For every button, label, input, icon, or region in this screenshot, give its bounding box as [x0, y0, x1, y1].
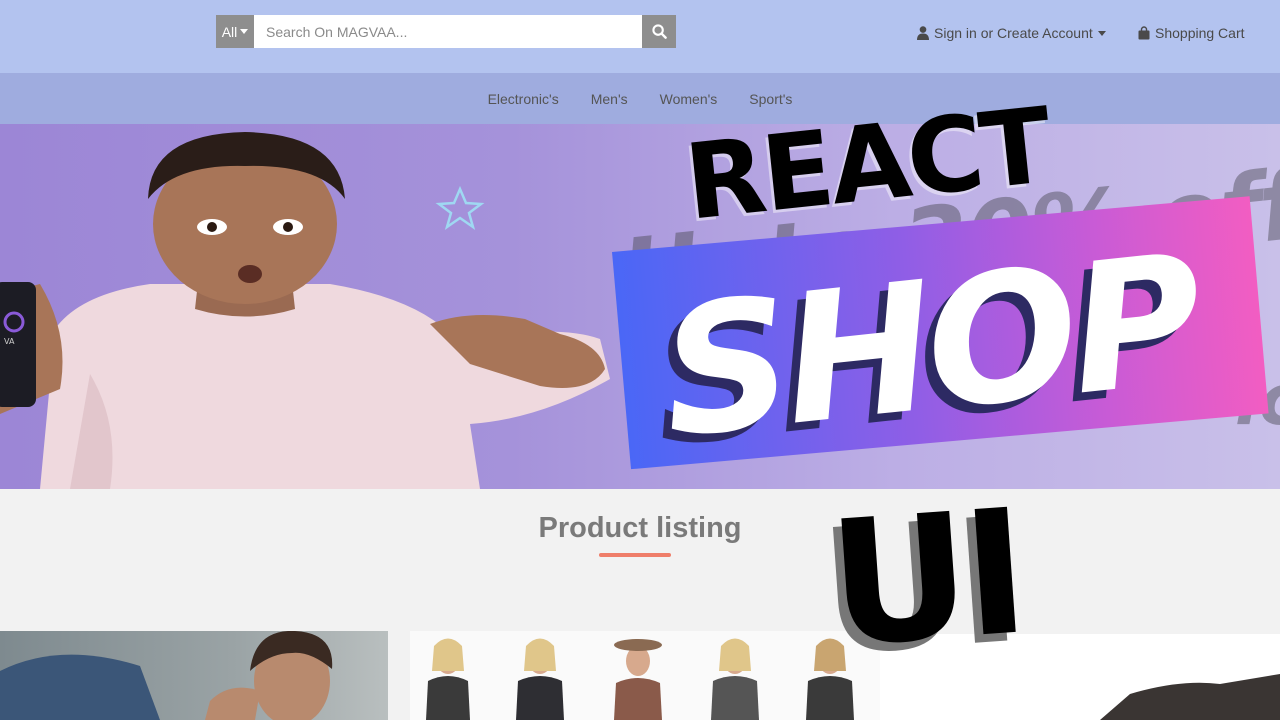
overlay-title-shop: SHOP [652, 215, 1207, 478]
nav-item-mens[interactable]: Men's [575, 91, 644, 107]
category-nav: Electronic's Men's Women's Sport's [0, 73, 1280, 124]
search-category-label: All [221, 23, 238, 40]
account-label: Sign in or Create Account [934, 25, 1093, 41]
nav-item-womens[interactable]: Women's [644, 91, 734, 107]
nav-item-electronics[interactable]: Electronic's [472, 91, 575, 107]
cart-label: Shopping Cart [1155, 25, 1245, 41]
search-input[interactable] [254, 15, 642, 48]
search-category-dropdown[interactable]: All [216, 15, 254, 48]
product-image [426, 638, 854, 720]
shopping-cart-link[interactable]: Shopping Cart [1138, 23, 1245, 43]
phone-logo-text: VA [4, 337, 15, 346]
nav-item-sports[interactable]: Sport's [733, 91, 808, 107]
search-bar: All [216, 15, 676, 48]
product-image [0, 631, 333, 720]
search-icon [651, 24, 667, 39]
top-header: All Sign in or Create Account Shopping C… [0, 0, 1280, 73]
product-card[interactable] [0, 631, 388, 720]
title-underline [599, 553, 671, 557]
user-icon [917, 26, 929, 40]
account-menu[interactable]: Sign in or Create Account [917, 23, 1106, 43]
chevron-down-icon [1097, 30, 1106, 36]
product-listing-title: Product listing [538, 512, 742, 544]
search-button[interactable] [642, 15, 676, 48]
product-card[interactable] [410, 631, 880, 720]
shopping-bag-icon [1138, 26, 1150, 40]
hero-model-image: VA [0, 132, 610, 489]
overlay-title-ui: UI [823, 471, 1029, 686]
chevron-down-icon [240, 29, 249, 34]
